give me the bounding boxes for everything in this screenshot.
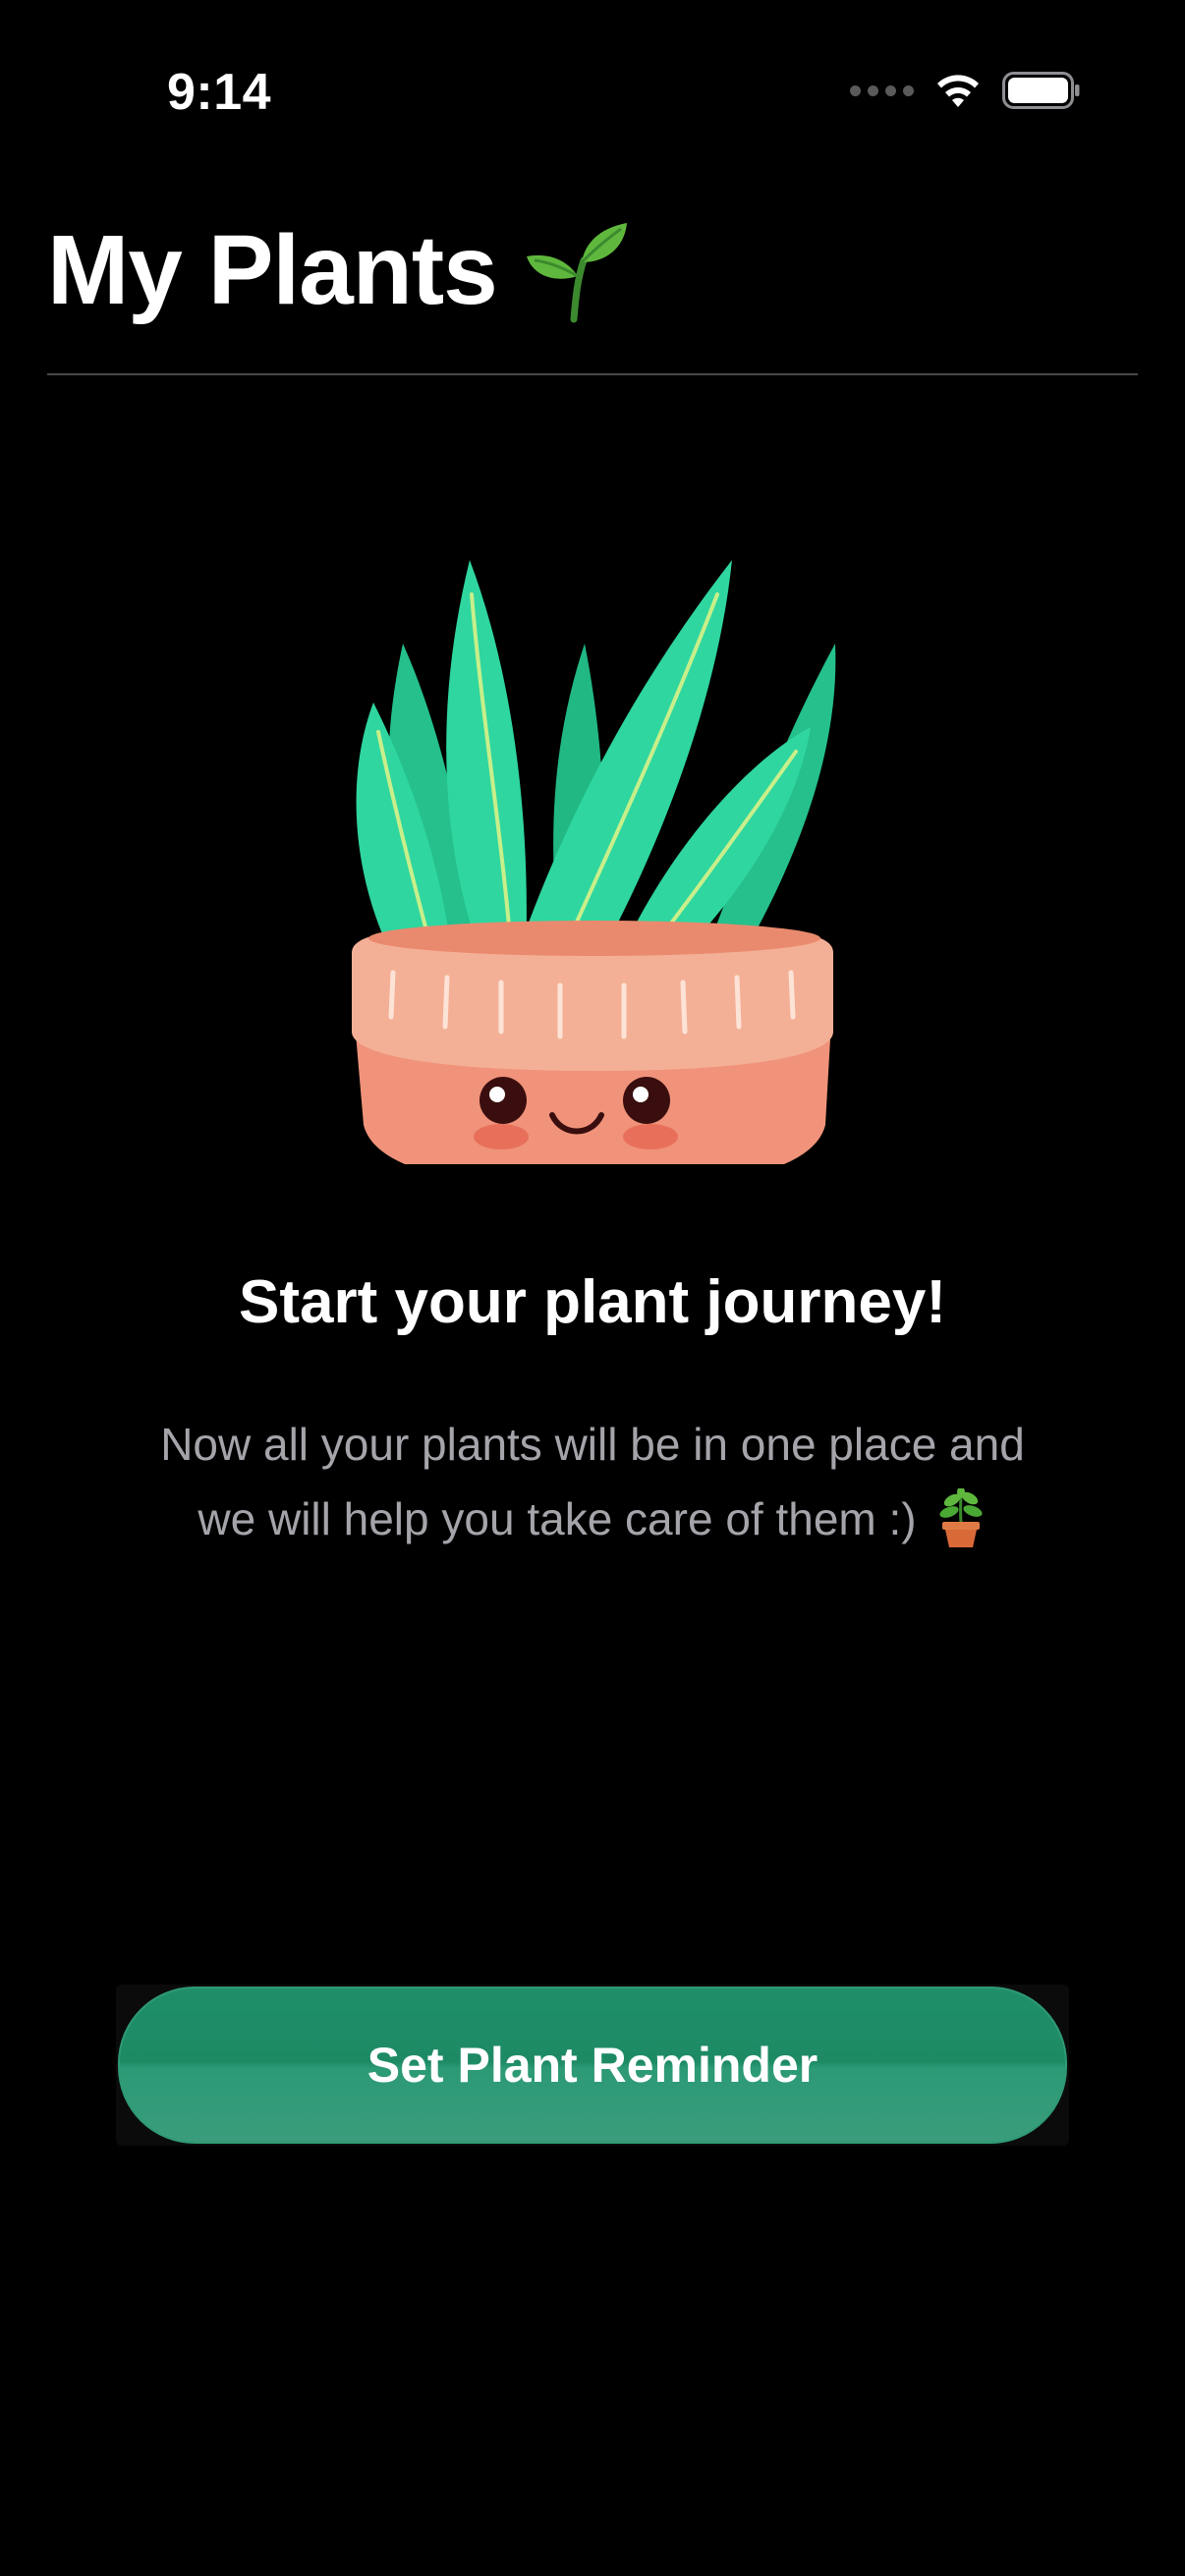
wifi-icon (937, 75, 979, 107)
potted-plant-illustration (352, 560, 836, 1164)
description-line-2: we will help you take care of them :) (198, 1493, 917, 1544)
set-plant-reminder-button[interactable]: Set Plant Reminder (118, 1987, 1067, 2144)
page-title-text: My Plants (47, 215, 498, 325)
cta-container: Set Plant Reminder (116, 1985, 1069, 2146)
status-icons (850, 71, 1081, 110)
empty-state-heading: Start your plant journey! (239, 1268, 946, 1336)
page-title: My Plants (47, 214, 631, 327)
seedling-icon (526, 222, 627, 322)
potted-plant-icon (939, 1488, 983, 1547)
description-line-2-row: we will help you take care of them :) (101, 1482, 1084, 1556)
cellular-signal-icon (850, 84, 914, 96)
header-divider (47, 373, 1138, 375)
status-bar: 9:14 (0, 0, 1185, 187)
description-line-1: Now all your plants will be in one place… (160, 1419, 1025, 1470)
battery-icon (1002, 72, 1080, 109)
status-time: 9:14 (167, 64, 272, 121)
empty-state-description: Now all your plants will be in one place… (101, 1407, 1084, 1556)
